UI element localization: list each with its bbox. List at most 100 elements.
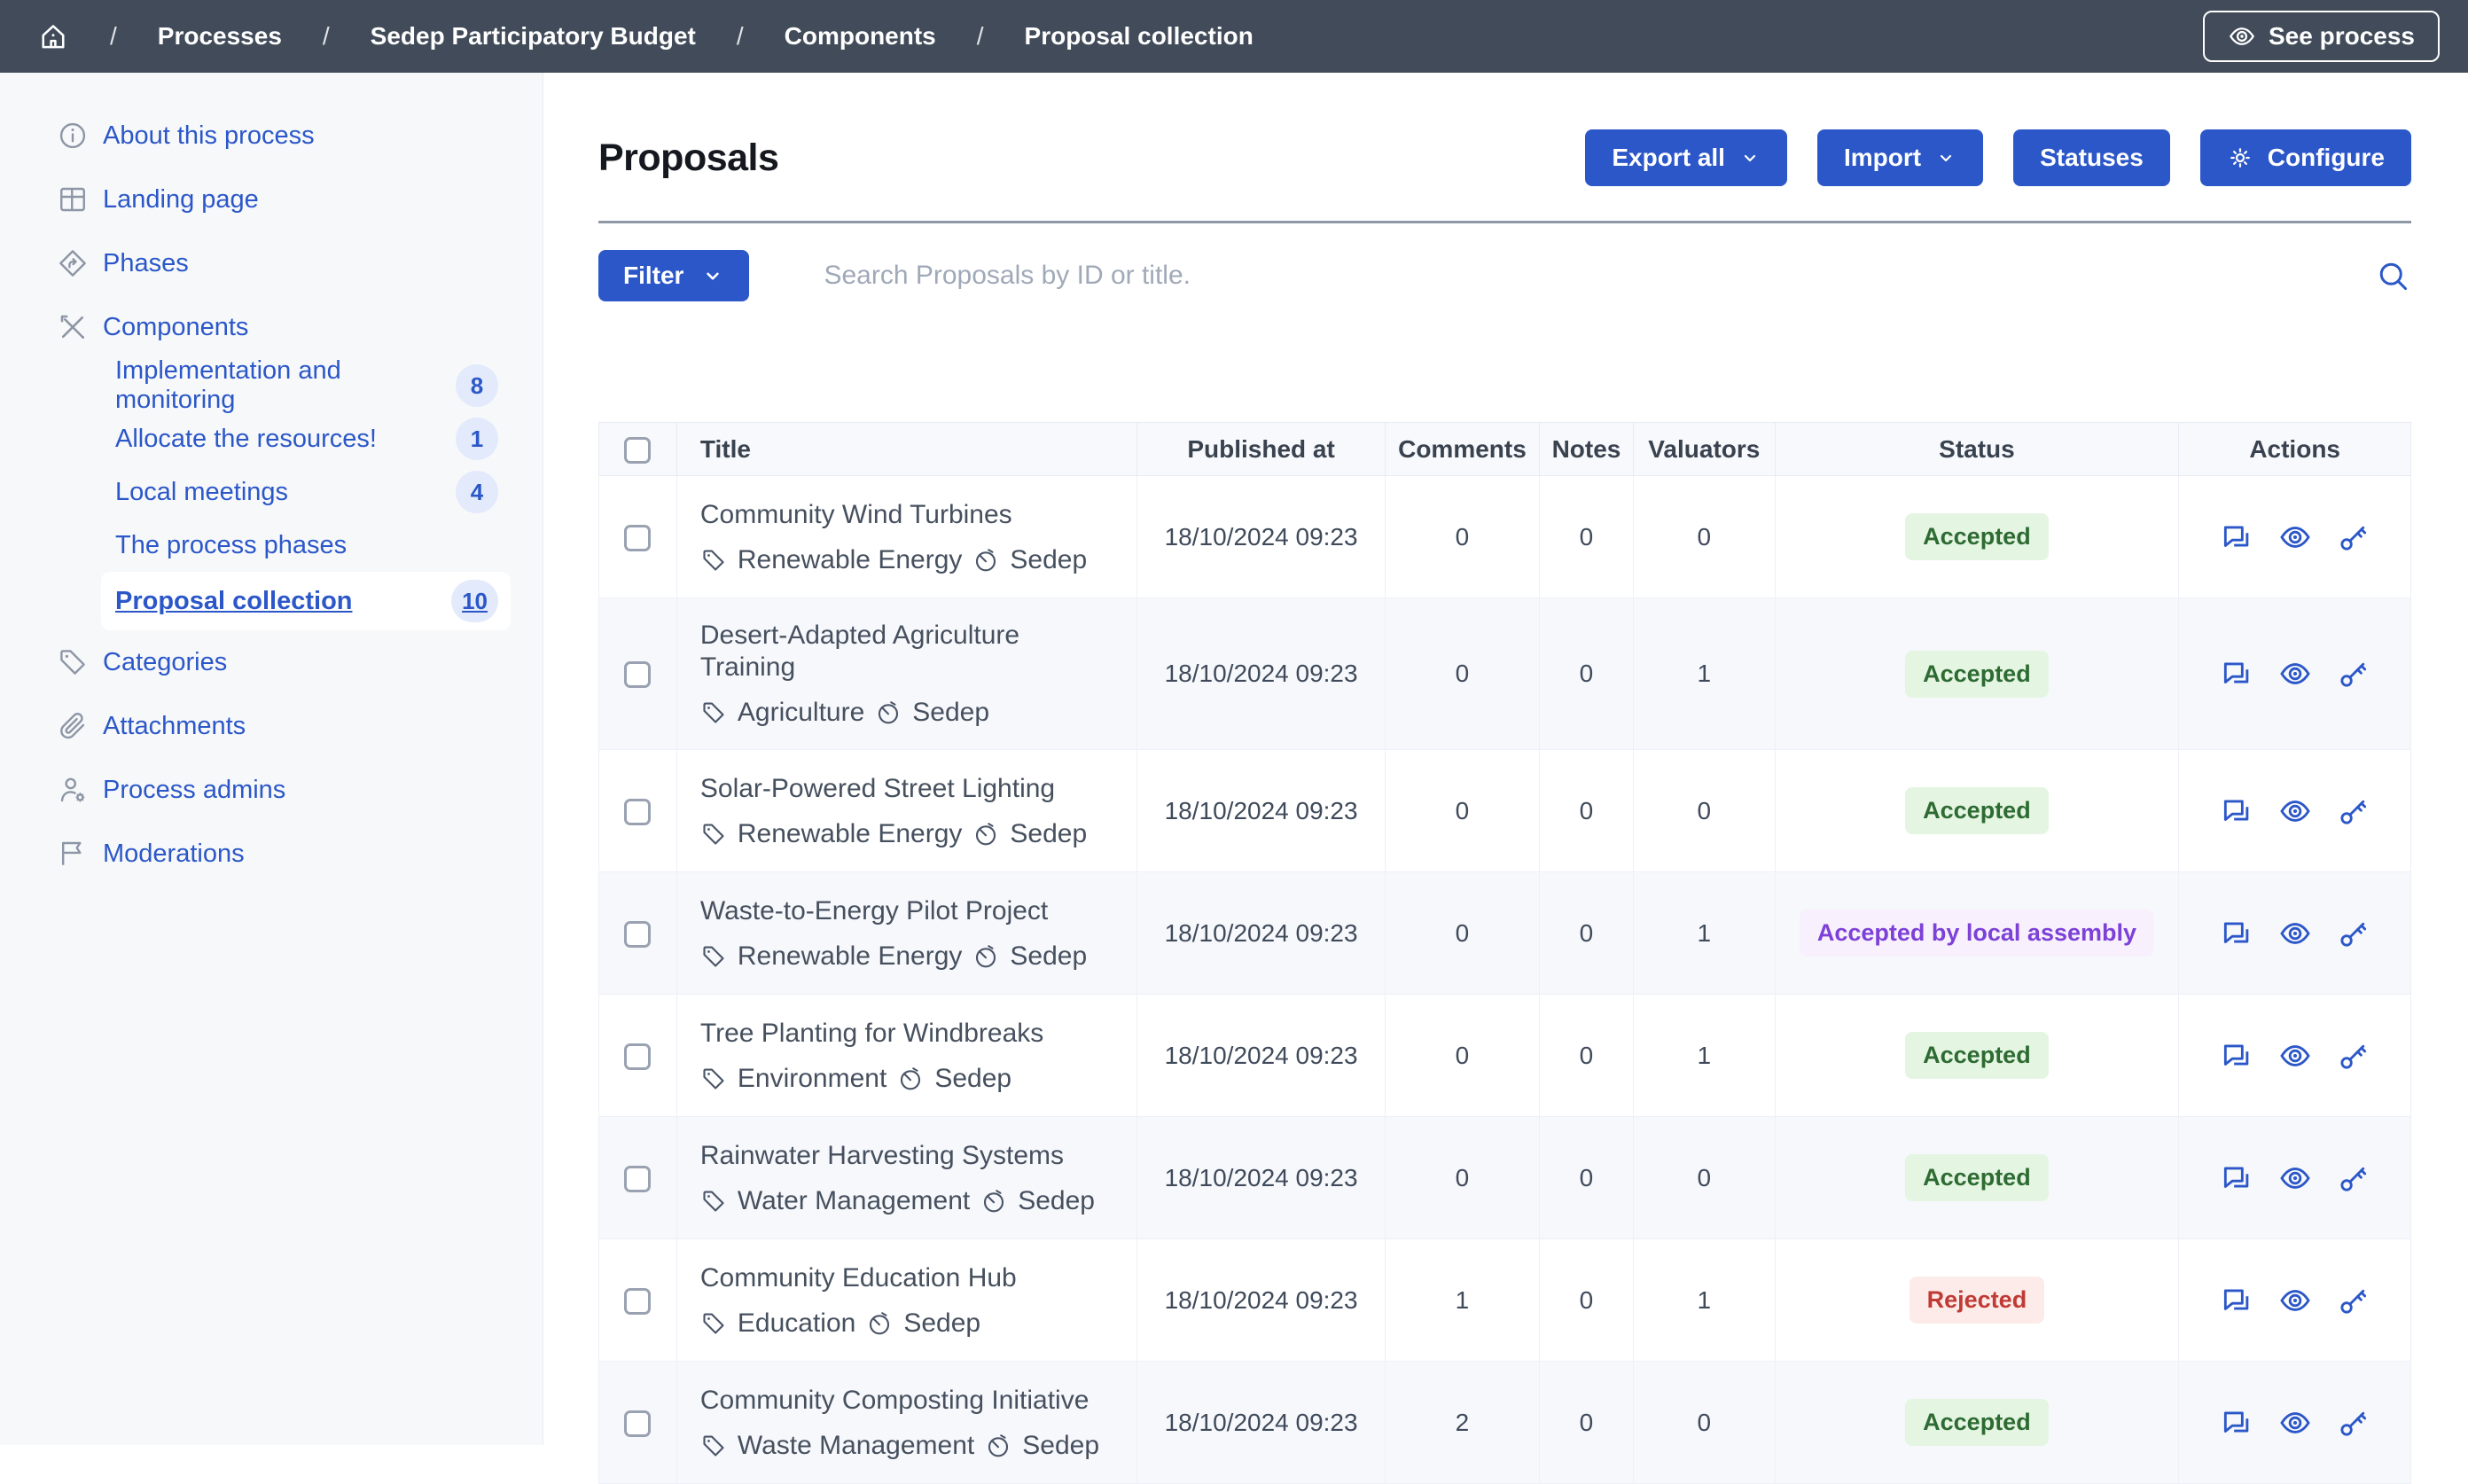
permissions-key-icon[interactable] (2337, 520, 2370, 554)
sidebar-subitem-implementation[interactable]: Implementation and monitoring 8 (101, 359, 511, 412)
home-icon[interactable] (37, 20, 69, 52)
preview-icon[interactable] (2278, 1284, 2312, 1317)
scope-icon (972, 547, 999, 574)
statuses-button[interactable]: Statuses (2013, 129, 2170, 186)
answer-icon[interactable] (2220, 794, 2253, 828)
actions-cell (2179, 1117, 2411, 1239)
status-cell: Accepted (1775, 476, 2179, 598)
sidebar-item-landing-page[interactable]: Landing page (0, 168, 543, 231)
permissions-key-icon[interactable] (2337, 1284, 2370, 1317)
sidebar-subitem-label: Local meetings (115, 478, 288, 507)
row-title-cell: Community Education Hub Education Sedep (676, 1239, 1136, 1362)
preview-icon[interactable] (2278, 657, 2312, 691)
permissions-key-icon[interactable] (2337, 1161, 2370, 1195)
sidebar-subitem-allocate[interactable]: Allocate the resources! 1 (101, 412, 511, 465)
sidebar-item-phases[interactable]: Phases (0, 231, 543, 295)
row-checkbox[interactable] (624, 799, 651, 825)
preview-icon[interactable] (2278, 1039, 2312, 1073)
permissions-key-icon[interactable] (2337, 1406, 2370, 1440)
notes-count-cell: 0 (1539, 750, 1633, 872)
row-checkbox[interactable] (624, 1166, 651, 1192)
preview-icon[interactable] (2278, 794, 2312, 828)
sidebar-item-moderations[interactable]: Moderations (0, 822, 543, 886)
permissions-key-icon[interactable] (2337, 794, 2370, 828)
column-actions: Actions (2179, 423, 2411, 476)
sidebar-item-components[interactable]: Components (0, 295, 543, 359)
proposals-table-body: Community Wind Turbines Renewable Energy… (599, 476, 2411, 1484)
sidebar-item-process-admins[interactable]: Process admins (0, 758, 543, 822)
answer-icon[interactable] (2220, 1406, 2253, 1440)
sidebar-item-label: Process admins (103, 776, 285, 805)
import-button[interactable]: Import (1817, 129, 1983, 186)
comments-count-cell: 0 (1386, 750, 1540, 872)
search-icon[interactable] (2374, 257, 2411, 294)
preview-icon[interactable] (2278, 917, 2312, 950)
row-checkbox[interactable] (624, 1288, 651, 1315)
sidebar-item-categories[interactable]: Categories (0, 630, 543, 694)
sidebar-item-attachments[interactable]: Attachments (0, 694, 543, 758)
sidebar-subitem-label: Proposal collection (115, 587, 353, 616)
status-badge: Accepted (1905, 1154, 2049, 1201)
actions-cell (2179, 1362, 2411, 1484)
select-all-checkbox[interactable] (624, 437, 651, 464)
row-checkbox[interactable] (624, 1043, 651, 1070)
answer-icon[interactable] (2220, 1284, 2253, 1317)
breadcrumb-components[interactable]: Components (785, 22, 936, 51)
preview-icon[interactable] (2278, 1406, 2312, 1440)
valuators-count-cell: 1 (1634, 598, 1775, 750)
sidebar-item-label: Phases (103, 249, 189, 278)
proposal-scope: Sedep (1010, 819, 1087, 849)
sidebar-subitem-proposal-collection[interactable]: Proposal collection 10 (101, 572, 511, 630)
valuators-count-cell: 1 (1634, 872, 1775, 995)
status-cell: Accepted (1775, 598, 2179, 750)
row-select-cell (599, 476, 677, 598)
breadcrumb: / Processes / Sedep Participatory Budget… (37, 20, 1254, 52)
sidebar-item-about[interactable]: About this process (0, 104, 543, 168)
proposal-scope: Sedep (1010, 545, 1087, 575)
status-cell: Rejected (1775, 1239, 2179, 1362)
row-checkbox[interactable] (624, 525, 651, 551)
permissions-key-icon[interactable] (2337, 1039, 2370, 1073)
permissions-key-icon[interactable] (2337, 657, 2370, 691)
breadcrumb-separator: / (977, 22, 984, 51)
status-cell: Accepted (1775, 1362, 2179, 1484)
row-checkbox[interactable] (624, 921, 651, 948)
sidebar-subitem-label: Allocate the resources! (115, 425, 377, 454)
preview-icon[interactable] (2278, 1161, 2312, 1195)
filter-button[interactable]: Filter (598, 250, 749, 301)
breadcrumb-process-name[interactable]: Sedep Participatory Budget (371, 22, 696, 51)
breadcrumb-processes[interactable]: Processes (158, 22, 282, 51)
answer-icon[interactable] (2220, 1161, 2253, 1195)
preview-icon[interactable] (2278, 520, 2312, 554)
answer-icon[interactable] (2220, 520, 2253, 554)
column-title: Title (676, 423, 1136, 476)
statuses-label: Statuses (2040, 144, 2144, 172)
row-checkbox[interactable] (624, 661, 651, 688)
row-checkbox[interactable] (624, 1410, 651, 1437)
proposal-category: Waste Management (738, 1431, 974, 1461)
sidebar-subitem-local-meetings[interactable]: Local meetings 4 (101, 465, 511, 519)
eye-icon (2228, 22, 2256, 51)
breadcrumb-current-page[interactable]: Proposal collection (1025, 22, 1254, 51)
answer-icon[interactable] (2220, 917, 2253, 950)
answer-icon[interactable] (2220, 1039, 2253, 1073)
answer-icon[interactable] (2220, 657, 2253, 691)
notes-count-cell: 0 (1539, 872, 1633, 995)
permissions-key-icon[interactable] (2337, 917, 2370, 950)
table-row: Community Wind Turbines Renewable Energy… (599, 476, 2411, 598)
configure-button[interactable]: Configure (2200, 129, 2411, 186)
proposal-title: Community Wind Turbines (700, 499, 1119, 531)
proposal-title: Solar-Powered Street Lighting (700, 773, 1119, 805)
published-at-cell: 18/10/2024 09:23 (1137, 1117, 1386, 1239)
search-input[interactable] (749, 261, 2374, 291)
valuators-count-cell: 0 (1634, 1362, 1775, 1484)
export-all-button[interactable]: Export all (1585, 129, 1787, 186)
valuators-count-cell: 0 (1634, 476, 1775, 598)
proposals-table: Title Published at Comments Notes Valuat… (598, 422, 2411, 1484)
category-tag-icon (700, 547, 727, 574)
count-badge: 8 (456, 364, 498, 407)
sidebar-subitem-process-phases[interactable]: The process phases (101, 519, 511, 572)
see-process-button[interactable]: See process (2203, 11, 2440, 62)
row-select-cell (599, 598, 677, 750)
proposal-title: Waste-to-Energy Pilot Project (700, 895, 1119, 927)
